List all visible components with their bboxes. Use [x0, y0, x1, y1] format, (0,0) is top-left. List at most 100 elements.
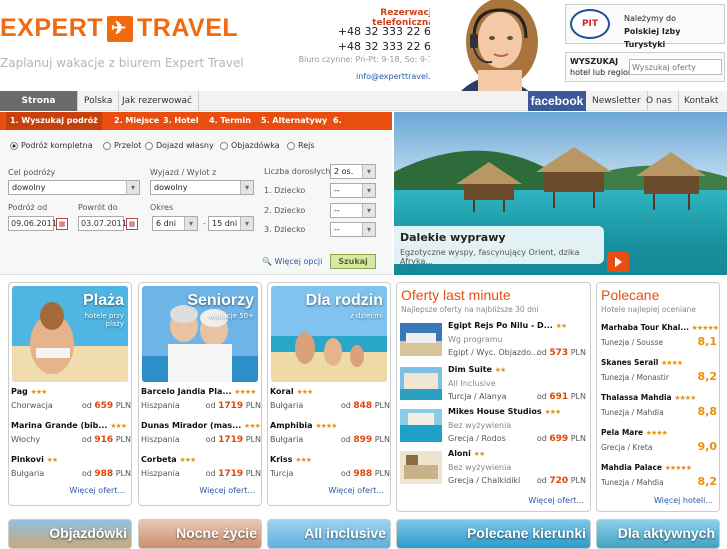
radio-icon — [145, 141, 153, 150]
offer-price: od 659 PLN — [82, 401, 131, 411]
offer-price: od 1719 PLN — [206, 435, 261, 445]
card-title: Plaża — [83, 292, 124, 309]
offer-item[interactable]: Pinkovi ★★ Bułgaria od 988 PLN — [11, 455, 131, 490]
price-prefix: od — [536, 434, 547, 443]
recommended-item[interactable]: Marhaba Tour Khal... ★★★★★ Tunezja / Sou… — [601, 323, 719, 357]
price-value: 573 — [549, 348, 569, 358]
price-value: 1719 — [218, 435, 244, 445]
more-offers-link[interactable]: Więcej ofert... — [69, 486, 125, 495]
radio-dojazd-wlasny[interactable]: Dojazd własny — [145, 141, 214, 150]
step-4[interactable]: 4. Termin — [209, 112, 251, 130]
pit-membership-box[interactable]: PIT Należymy do Polskiej Izby Turystyki — [565, 4, 725, 49]
nav-jak-rezerwowac[interactable]: Jak rezerwować — [116, 91, 199, 111]
card-image-seniors[interactable]: Seniorzy wakacje 50+ — [142, 286, 258, 382]
child-3-select[interactable]: -- — [330, 222, 376, 237]
offer-item[interactable]: Dunas Mirador (mas... ★★★★ Hiszpania od … — [141, 421, 261, 456]
recommended-item[interactable]: Thalassa Mahdia ★★★★ Tunezja / Mahdia 8,… — [601, 393, 717, 427]
price-prefix: od — [536, 476, 547, 485]
offer-item[interactable]: Marina Grande (bib... ★★★ Włochy od 916 … — [11, 421, 131, 456]
calendar-icon[interactable]: ▦ — [126, 218, 138, 230]
offer-thumbnail — [400, 451, 442, 484]
step-2[interactable]: 2. Miejsce — [114, 112, 159, 130]
recommended-item[interactable]: Pela Mare ★★★★ Grecja / Kreta 9,0 — [601, 428, 717, 462]
site-logo[interactable]: EXPERT TRAVEL — [0, 14, 238, 43]
hotel-location: Tunezja / Monastir — [601, 373, 669, 382]
price-value: 1719 — [218, 469, 244, 479]
more-offers-link[interactable]: Więcej ofert... — [199, 486, 255, 495]
radio-przelot[interactable]: Przelot — [103, 141, 141, 150]
offer-item[interactable]: Corbeta ★★★ Hiszpania od 1719 PLN — [141, 455, 261, 490]
nav-newsletter[interactable]: Newsletter — [586, 91, 648, 111]
offer-name: Pag — [11, 387, 28, 396]
offer-item[interactable]: Amphibia ★★★★ Bułgaria od 899 PLN — [270, 421, 390, 456]
step-5[interactable]: 5. Alternatywy — [261, 112, 327, 130]
departure-select[interactable]: dowolny — [150, 180, 254, 195]
nav-o-nas[interactable]: O nas — [640, 91, 679, 111]
hotel-score: 8,8 — [697, 405, 718, 418]
price-currency: PLN — [245, 401, 261, 410]
price-currency: PLN — [374, 401, 390, 410]
stars-icon: ★★★★ — [315, 422, 337, 430]
last-minute-subtitle: Najlepsze oferty na najbliższe 30 dni — [401, 305, 539, 314]
date-from-input[interactable]: 09.06.2011 — [8, 216, 57, 231]
stars-icon: ★★★★★ — [664, 464, 692, 472]
card-subtitle: z dziećmi — [350, 312, 383, 320]
offer-price: od 573 PLN — [537, 348, 586, 358]
last-minute-item[interactable]: Dim Suite ★★ All Inclusive Turcja / Alan… — [400, 365, 588, 405]
step-3[interactable]: 3. Hotel — [163, 112, 199, 130]
last-minute-item[interactable]: Egipt Rejs Po Nilu - D... ★★ Wg programu… — [400, 321, 588, 361]
offer-item[interactable]: Koral ★★★ Bułgaria od 848 PLN — [270, 387, 390, 422]
stars-icon: ★★ — [494, 366, 507, 374]
offer-country: Hiszpania — [141, 469, 180, 478]
nav-polska[interactable]: Polska — [78, 91, 120, 111]
destination-select[interactable]: dowolny — [8, 180, 140, 195]
price-value: 848 — [353, 401, 373, 411]
radio-podroz-kompletna[interactable]: Podróż kompletna — [10, 141, 93, 150]
child-2-select[interactable]: -- — [330, 203, 376, 218]
stars-icon: ★★★★ — [660, 359, 683, 367]
radio-objazdowka[interactable]: Objazdówka — [220, 141, 280, 150]
price-prefix: od — [81, 435, 92, 444]
recommended-item[interactable]: Mahdia Palace ★★★★★ Tunezja / Mahdia 8,2 — [601, 463, 717, 497]
hero-caption: Dalekie wyprawy Egzotyczne wyspy, fascyn… — [394, 226, 604, 266]
email-link[interactable]: info@experttravel.pl — [300, 72, 438, 81]
adults-select[interactable]: 2 os. — [330, 164, 376, 179]
quick-search-title: WYSZUKAJ — [570, 57, 619, 66]
radio-rejs[interactable]: Rejs — [287, 141, 315, 150]
recommended-item[interactable]: Skanes Serail ★★★★ Tunezja / Monastir 8,… — [601, 358, 717, 392]
hero-next-arrow-icon[interactable] — [607, 252, 629, 272]
step-6[interactable]: 6. Rezerwacja — [333, 112, 392, 143]
facebook-button[interactable]: facebook — [528, 91, 586, 111]
card-title: Seniorzy — [187, 292, 254, 309]
more-offers-link[interactable]: Więcej ofert... — [528, 496, 584, 505]
more-offers-link[interactable]: Więcej ofert... — [328, 486, 384, 495]
period-to-select[interactable]: 15 dni — [208, 216, 254, 231]
more-hotels-link[interactable]: Więcej hoteli... — [654, 496, 713, 505]
quick-search-input[interactable] — [629, 59, 722, 75]
child-1-select[interactable]: -- — [330, 183, 376, 198]
price-value: 988 — [353, 469, 373, 479]
hotel-name: Skanes Serail — [601, 358, 659, 367]
price-prefix: od — [536, 348, 547, 357]
offer-item[interactable]: Barcelo Jandia Pla... ★★★★ Hiszpania od … — [141, 387, 261, 422]
card-image-families[interactable]: Dla rodzin z dziećmi — [271, 286, 387, 382]
last-minute-item[interactable]: Aloni ★★ Bez wyżywienia Grecja / Chalkid… — [400, 449, 588, 489]
offer-item[interactable]: Pag ★★★ Chorwacja od 659 PLN — [11, 387, 131, 422]
calendar-icon[interactable]: ▦ — [56, 218, 68, 230]
card-image-beach[interactable]: Plaża hotele przy plaży — [12, 286, 128, 382]
child-1-label: 1. Dziecko — [264, 186, 306, 195]
step-1[interactable]: 1. Wyszukaj podróż — [6, 112, 102, 130]
period-from-select[interactable]: 6 dni — [152, 216, 198, 231]
card-title: Dla rodzin — [305, 292, 383, 309]
more-options-link[interactable]: 🔍 Więcej opcji — [262, 257, 322, 266]
search-submit-button[interactable]: Szukaj — [330, 254, 376, 269]
nav-home[interactable]: Strona główna — [0, 91, 78, 126]
card-title: All inclusive — [304, 525, 386, 541]
price-value: 1719 — [218, 401, 244, 411]
pit-logo: PIT — [570, 9, 610, 39]
offer-country: Chorwacja — [11, 401, 53, 410]
nav-kontakt[interactable]: Kontakt — [678, 91, 724, 111]
offer-item[interactable]: Kriss ★★★ Turcja od 988 PLN — [270, 455, 390, 490]
last-minute-item[interactable]: Mikes House Studios ★★★ Bez wyżywienia G… — [400, 407, 588, 447]
date-to-input[interactable]: 03.07.2011 — [78, 216, 127, 231]
